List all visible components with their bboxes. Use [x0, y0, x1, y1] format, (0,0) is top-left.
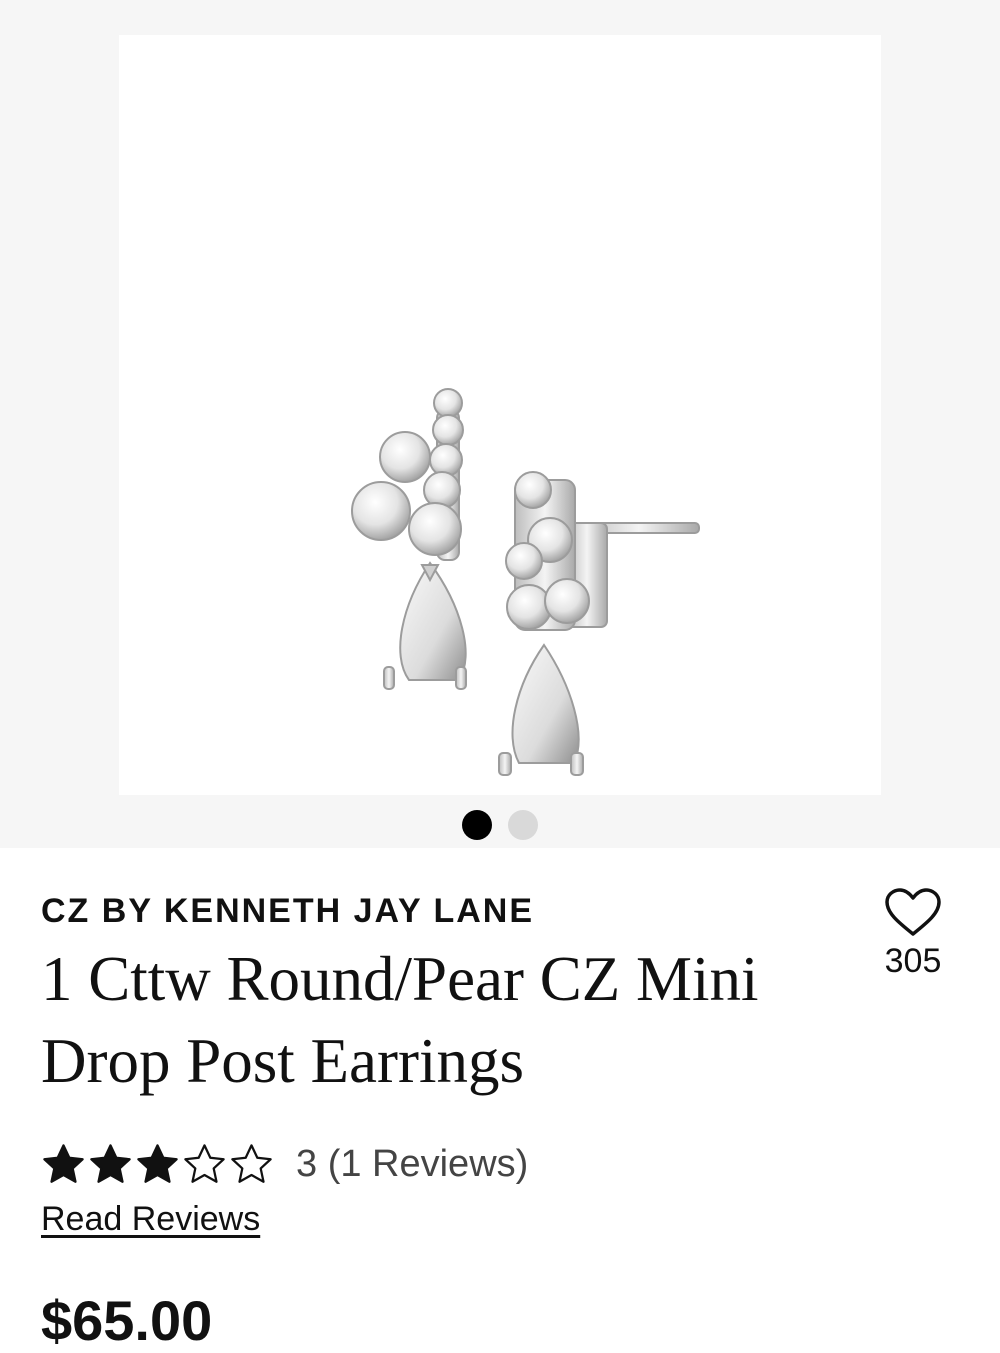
star-empty-icon	[184, 1143, 225, 1183]
star-empty-icon	[231, 1143, 272, 1183]
gallery-dot-2[interactable]	[508, 810, 538, 840]
product-title: 1 Cttw Round/Pear CZ Mini Drop Post Earr…	[41, 944, 759, 1096]
star-rating	[41, 1142, 274, 1187]
brand-name[interactable]: CZ BY KENNETH JAY LANE	[41, 892, 534, 931]
star-filled-icon	[90, 1143, 131, 1183]
gallery-pagination	[0, 810, 1000, 840]
product-image-gallery[interactable]	[0, 0, 1000, 848]
favorite-count: 305	[884, 942, 942, 980]
product-image[interactable]	[119, 35, 881, 795]
read-reviews-link[interactable]: Read Reviews	[41, 1200, 260, 1239]
favorite-button[interactable]: 305	[868, 888, 958, 981]
star-filled-icon	[43, 1143, 84, 1183]
earrings-illustration	[351, 388, 700, 776]
gallery-dot-1[interactable]	[462, 810, 492, 840]
rating-text: 3 (1 Reviews)	[296, 1142, 529, 1185]
heart-icon	[885, 888, 941, 936]
product-price: $65.00	[41, 1289, 213, 1352]
rating-summary[interactable]: 3 (1 Reviews)	[41, 1140, 528, 1188]
star-filled-icon	[137, 1143, 178, 1183]
